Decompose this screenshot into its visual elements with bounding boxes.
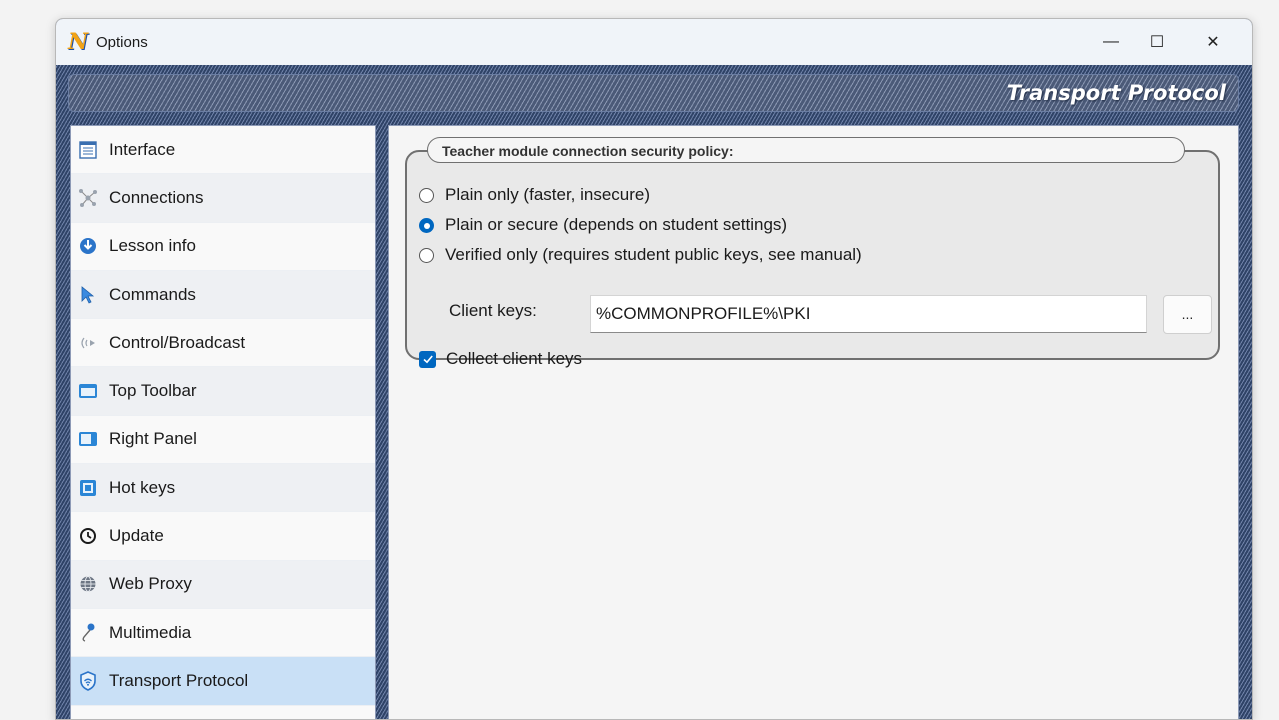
section-banner: Transport Protocol (68, 74, 1239, 112)
radio-label: Plain or secure (depends on student sett… (445, 215, 788, 234)
close-button[interactable]: ✕ (1190, 19, 1236, 65)
options-window: N Options — ☐ ✕ Transport Protocol Inter… (55, 18, 1253, 720)
radio-label: Plain only (faster, insecure) (445, 185, 651, 204)
sidebar-item-label: Top Toolbar (109, 381, 197, 401)
options-sidebar: Interface Connections Lesson info Comman… (70, 125, 376, 719)
maximize-icon: ☐ (1149, 34, 1165, 51)
sidebar-item-top-toolbar[interactable]: Top Toolbar (71, 367, 375, 416)
radio-plain-or-secure[interactable]: Plain or secure (depends on student sett… (419, 215, 787, 235)
commands-icon (77, 284, 99, 306)
window-title: Options (96, 33, 148, 51)
sidebar-item-connections[interactable]: Connections (71, 174, 375, 223)
security-policy-legend: Teacher module connection security polic… (427, 137, 1185, 163)
connections-icon (77, 187, 99, 209)
sidebar-item-label: Web Proxy (109, 574, 192, 594)
sidebar-item-update[interactable]: Update (71, 512, 375, 561)
sidebar-item-lesson-info[interactable]: Lesson info (71, 223, 375, 271)
sidebar-item-label: Multimedia (109, 622, 192, 642)
hot-keys-icon (77, 477, 99, 499)
client-keys-label: Client keys: (449, 301, 537, 320)
app-logo-icon: N (68, 29, 89, 55)
broadcast-icon (77, 332, 99, 354)
sidebar-item-interface[interactable]: Interface (71, 126, 375, 175)
collect-client-keys-label: Collect client keys (446, 349, 583, 368)
web-proxy-icon (77, 573, 99, 595)
browse-button[interactable]: ... (1163, 295, 1212, 334)
sidebar-item-commands[interactable]: Commands (71, 270, 375, 320)
checkmark-icon (422, 355, 433, 364)
sidebar-item-label: Control/Broadcast (109, 332, 246, 352)
collect-client-keys-checkbox[interactable] (419, 350, 436, 368)
update-icon (77, 525, 99, 547)
sidebar-item-control-broadcast[interactable]: Control/Broadcast (71, 319, 375, 368)
sidebar-item-label: Interface (109, 139, 176, 159)
collect-client-keys-row[interactable]: Collect client keys (419, 349, 582, 369)
lesson-info-icon (77, 235, 99, 257)
sidebar-item-label: Lesson info (109, 236, 196, 256)
radio-plain-only[interactable]: Plain only (faster, insecure) (419, 185, 650, 205)
section-title: Transport Protocol (1006, 81, 1226, 105)
sidebar-item-hot-keys[interactable]: Hot keys (71, 464, 375, 513)
sidebar-item-label: Hot keys (109, 477, 176, 497)
radio-button[interactable] (419, 187, 434, 203)
maximize-button[interactable]: ☐ (1134, 19, 1180, 65)
close-icon: ✕ (1206, 34, 1220, 51)
radio-button[interactable] (419, 247, 434, 263)
right-panel-icon (77, 428, 99, 450)
multimedia-icon (77, 622, 99, 644)
top-toolbar-icon (77, 380, 99, 402)
sidebar-item-label: Commands (109, 284, 196, 304)
sidebar-item-right-panel[interactable]: Right Panel (71, 416, 375, 465)
sidebar-item-transport-protocol[interactable]: Transport Protocol (71, 657, 375, 706)
radio-verified-only[interactable]: Verified only (requires student public k… (419, 245, 862, 265)
options-content-panel: Teacher module connection security polic… (388, 125, 1239, 719)
security-policy-group: Teacher module connection security polic… (405, 137, 1220, 368)
sidebar-item-label: Right Panel (109, 429, 197, 449)
minimize-icon: — (1103, 33, 1119, 50)
shield-icon (77, 670, 99, 692)
sidebar-item-multimedia[interactable]: Multimedia (71, 609, 375, 658)
minimize-button[interactable]: — (1088, 19, 1134, 65)
sidebar-item-label: Connections (109, 187, 204, 207)
title-bar: N Options — ☐ ✕ (56, 19, 1252, 65)
sidebar-item-label: Update (109, 526, 164, 546)
client-keys-input[interactable]: %COMMONPROFILE%\PKI (590, 295, 1147, 333)
radio-button[interactable] (419, 217, 434, 233)
sidebar-item-web-proxy[interactable]: Web Proxy (71, 560, 375, 609)
radio-label: Verified only (requires student public k… (445, 245, 862, 264)
interface-icon (77, 139, 99, 161)
sidebar-item-label: Transport Protocol (109, 670, 249, 690)
